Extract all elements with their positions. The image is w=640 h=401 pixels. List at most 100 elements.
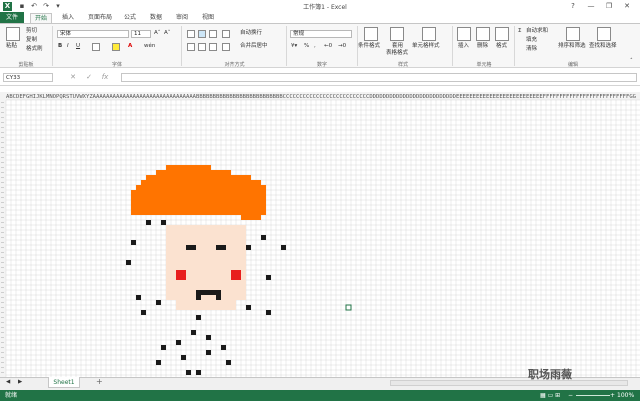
cut-button[interactable]: 剪切 [26, 28, 37, 35]
undo-icon[interactable]: ↶ [30, 2, 38, 10]
cancel-icon[interactable]: ✕ [68, 73, 78, 82]
grow-font-icon[interactable]: A˄ [154, 30, 161, 37]
dot-pixel [186, 370, 191, 375]
format-painter-button[interactable]: 格式刷 [26, 46, 43, 53]
border-icon[interactable] [92, 43, 100, 51]
sort-filter-icon[interactable] [566, 27, 580, 41]
enter-icon[interactable]: ✓ [84, 73, 94, 82]
autosum-button[interactable]: 自动求和 [526, 28, 548, 35]
decrease-decimal-icon[interactable]: →0 [338, 43, 346, 50]
status-ready: 就绪 [5, 392, 18, 399]
formula-input[interactable] [121, 73, 637, 82]
copy-button[interactable]: 复制 [26, 37, 37, 44]
delete-cells-button[interactable]: 删除 [477, 43, 488, 50]
restore-button[interactable]: ❐ [602, 1, 616, 11]
collapse-ribbon-icon[interactable]: ˄ [630, 58, 633, 65]
clear-button[interactable]: 清除 [526, 46, 537, 53]
tab-home[interactable]: 开始 [30, 13, 52, 23]
align-center-icon[interactable] [198, 43, 206, 51]
dot-pixel [281, 245, 286, 250]
insert-cells-button[interactable]: 插入 [458, 43, 469, 50]
wrap-text-button[interactable]: 自动换行 [240, 30, 262, 37]
delete-cells-icon[interactable] [476, 27, 490, 41]
help-button[interactable]: ? [566, 1, 580, 11]
insert-function-icon[interactable]: fx [100, 73, 110, 82]
tab-review[interactable]: 审阅 [172, 13, 192, 23]
font-name-select[interactable]: 宋体 [57, 30, 129, 38]
phonetic-button[interactable]: wén [144, 43, 155, 50]
view-buttons[interactable]: ▦ ▭ ⊞ [540, 390, 560, 401]
conditional-format-button[interactable]: 条件格式 [358, 43, 380, 50]
bottom-align-icon[interactable] [209, 30, 217, 38]
zoom-level[interactable]: 100% [617, 390, 634, 401]
close-button[interactable]: ✕ [620, 1, 634, 11]
autosum-icon[interactable]: Σ [518, 28, 521, 35]
format-table-label[interactable]: 表格格式 [386, 50, 408, 57]
tab-page-layout[interactable]: 页面布局 [84, 13, 116, 23]
sort-filter-button[interactable]: 排序和筛选 [558, 43, 586, 50]
grid-canvas[interactable]: ABCDEFGHIJKLMNOPQRSTUVWXYZAAAAAAAAAAAAAA… [0, 92, 640, 377]
customize-qa-icon[interactable]: ▾ [54, 2, 62, 10]
font-size-select[interactable]: 11 [131, 30, 151, 38]
font-color-icon[interactable]: A [128, 43, 132, 50]
eye-pixel [186, 245, 196, 250]
prev-sheet-icon[interactable]: ◀ [6, 379, 10, 386]
eye-pixel [216, 245, 226, 250]
face-pixel [166, 225, 246, 300]
fill-button[interactable]: 填充 [526, 37, 537, 44]
shrink-font-icon[interactable]: A˅ [164, 30, 171, 37]
align-right-icon[interactable] [209, 43, 217, 51]
paste-button[interactable]: 粘贴 [6, 43, 17, 50]
align-left-icon[interactable] [187, 43, 195, 51]
cell-styles-button[interactable]: 单元格样式 [412, 43, 440, 50]
tab-data[interactable]: 数据 [146, 13, 166, 23]
cell-styles-icon[interactable] [422, 27, 436, 41]
find-select-icon[interactable] [597, 27, 611, 41]
sheet-tab-sheet1[interactable]: Sheet1 [48, 377, 80, 388]
hat-pixel [131, 200, 266, 205]
next-sheet-icon[interactable]: ▶ [18, 379, 22, 386]
format-cells-button[interactable]: 格式 [496, 43, 507, 50]
format-table-icon[interactable] [390, 27, 404, 41]
percent-button[interactable]: % [304, 43, 309, 50]
comma-button[interactable]: , [314, 43, 316, 50]
top-align-icon[interactable] [187, 30, 195, 38]
middle-align-icon[interactable] [198, 30, 206, 38]
currency-icon[interactable]: ¥▾ [291, 43, 297, 50]
separator [52, 26, 53, 66]
zoom-out-button[interactable]: − [568, 390, 573, 401]
active-cell [345, 304, 352, 311]
name-box[interactable]: CY33 [3, 73, 53, 82]
hat-pixel [241, 215, 261, 220]
bold-button[interactable]: B [58, 43, 62, 50]
hat-pixel [156, 170, 231, 175]
excel-window: X ▪ ↶ ↷ ▾ 工作簿1 - Excel ? — ❐ ✕ 文件 开始 插入 … [0, 0, 640, 401]
dot-pixel [226, 360, 231, 365]
format-table-button[interactable]: 套用 [392, 43, 403, 50]
worksheet-grid[interactable]: ABCDEFGHIJKLMNOPQRSTUVWXYZAAAAAAAAAAAAAA… [0, 92, 640, 377]
add-sheet-button[interactable]: + [96, 378, 103, 386]
tab-file[interactable]: 文件 [0, 12, 24, 23]
orientation-icon[interactable] [222, 30, 230, 38]
minimize-button[interactable]: — [584, 1, 598, 11]
tab-insert[interactable]: 插入 [58, 13, 78, 23]
zoom-slider[interactable] [576, 395, 610, 396]
redo-icon[interactable]: ↷ [42, 2, 50, 10]
conditional-format-icon[interactable] [364, 27, 378, 41]
number-format-select[interactable]: 常规 [290, 30, 352, 38]
zoom-in-button[interactable]: + [610, 390, 615, 401]
save-icon[interactable]: ▪ [18, 2, 26, 10]
insert-cells-icon[interactable] [457, 27, 471, 41]
hat-pixel [131, 190, 266, 195]
indent-icon[interactable] [222, 43, 230, 51]
merge-center-button[interactable]: 合并后居中 [240, 43, 268, 50]
paste-icon[interactable] [6, 27, 20, 41]
underline-button[interactable]: U [76, 43, 80, 50]
format-cells-icon[interactable] [495, 27, 509, 41]
find-select-button[interactable]: 查找和选择 [589, 43, 617, 50]
fill-color-icon[interactable] [112, 43, 120, 51]
tab-formulas[interactable]: 公式 [120, 13, 140, 23]
tab-view[interactable]: 视图 [198, 13, 218, 23]
italic-button[interactable]: I [67, 43, 69, 50]
increase-decimal-icon[interactable]: ←0 [324, 43, 332, 50]
